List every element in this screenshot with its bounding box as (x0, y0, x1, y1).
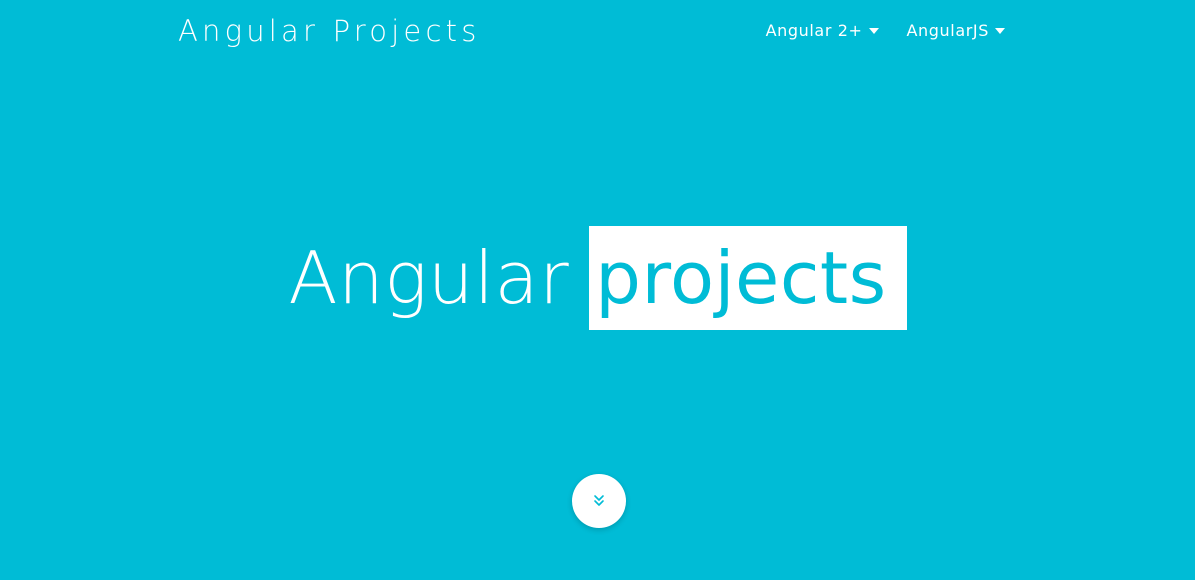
double-chevron-down-icon (594, 495, 604, 506)
hero-title-highlight: projects (589, 226, 907, 330)
nav-item-angularjs-dropdown[interactable]: AngularJS (906, 19, 1005, 43)
hero-title: Angular projects (0, 226, 1195, 330)
brand-link[interactable]: Angular Projects (178, 12, 481, 50)
scroll-down-button[interactable] (572, 474, 626, 528)
caret-down-icon (995, 28, 1005, 34)
caret-down-icon (868, 28, 879, 34)
hero-title-plain: Angular (288, 236, 570, 320)
nav-menu: Angular 2+ AngularJS (766, 19, 1005, 43)
nav-item-label: Angular 2+ (765, 21, 863, 40)
nav-item-label: AngularJS (906, 21, 989, 40)
nav-item-angular-2-dropdown[interactable]: Angular 2+ (766, 19, 879, 43)
top-navbar: Angular Projects Angular 2+ AngularJS (0, 0, 1195, 62)
